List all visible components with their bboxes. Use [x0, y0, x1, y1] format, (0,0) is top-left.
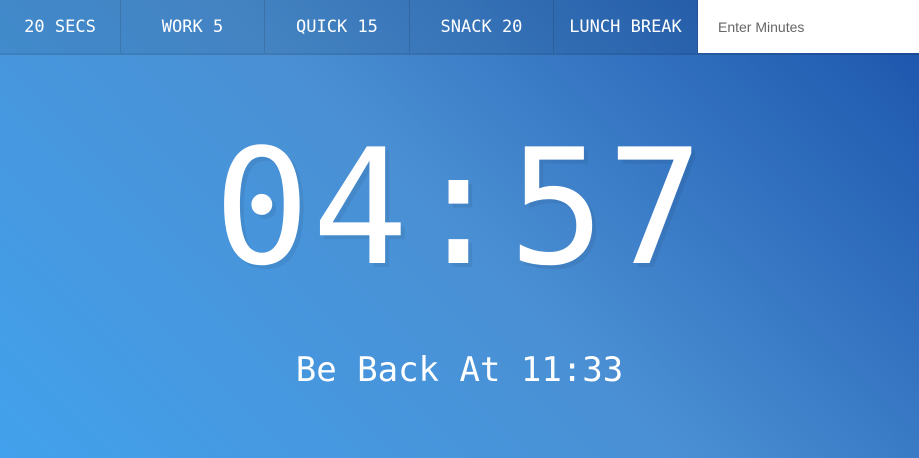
timer-lunch-break-button[interactable]: LUNCH BREAK	[553, 0, 698, 53]
time-left-display: 04:57	[213, 114, 706, 301]
timer-display: 04:57 Be Back At 11:33	[0, 53, 919, 458]
timer-20-secs-button[interactable]: 20 SECS	[0, 0, 121, 53]
end-time-display: Be Back At 11:33	[295, 350, 624, 390]
timer-quick-15-button[interactable]: QUICK 15	[265, 0, 410, 53]
custom-minutes-input[interactable]	[698, 0, 919, 53]
timer-controls: 20 SECS WORK 5 QUICK 15 SNACK 20 LUNCH B…	[0, 0, 919, 53]
timer-work-5-button[interactable]: WORK 5	[120, 0, 265, 53]
timer-snack-20-button[interactable]: SNACK 20	[409, 0, 554, 53]
